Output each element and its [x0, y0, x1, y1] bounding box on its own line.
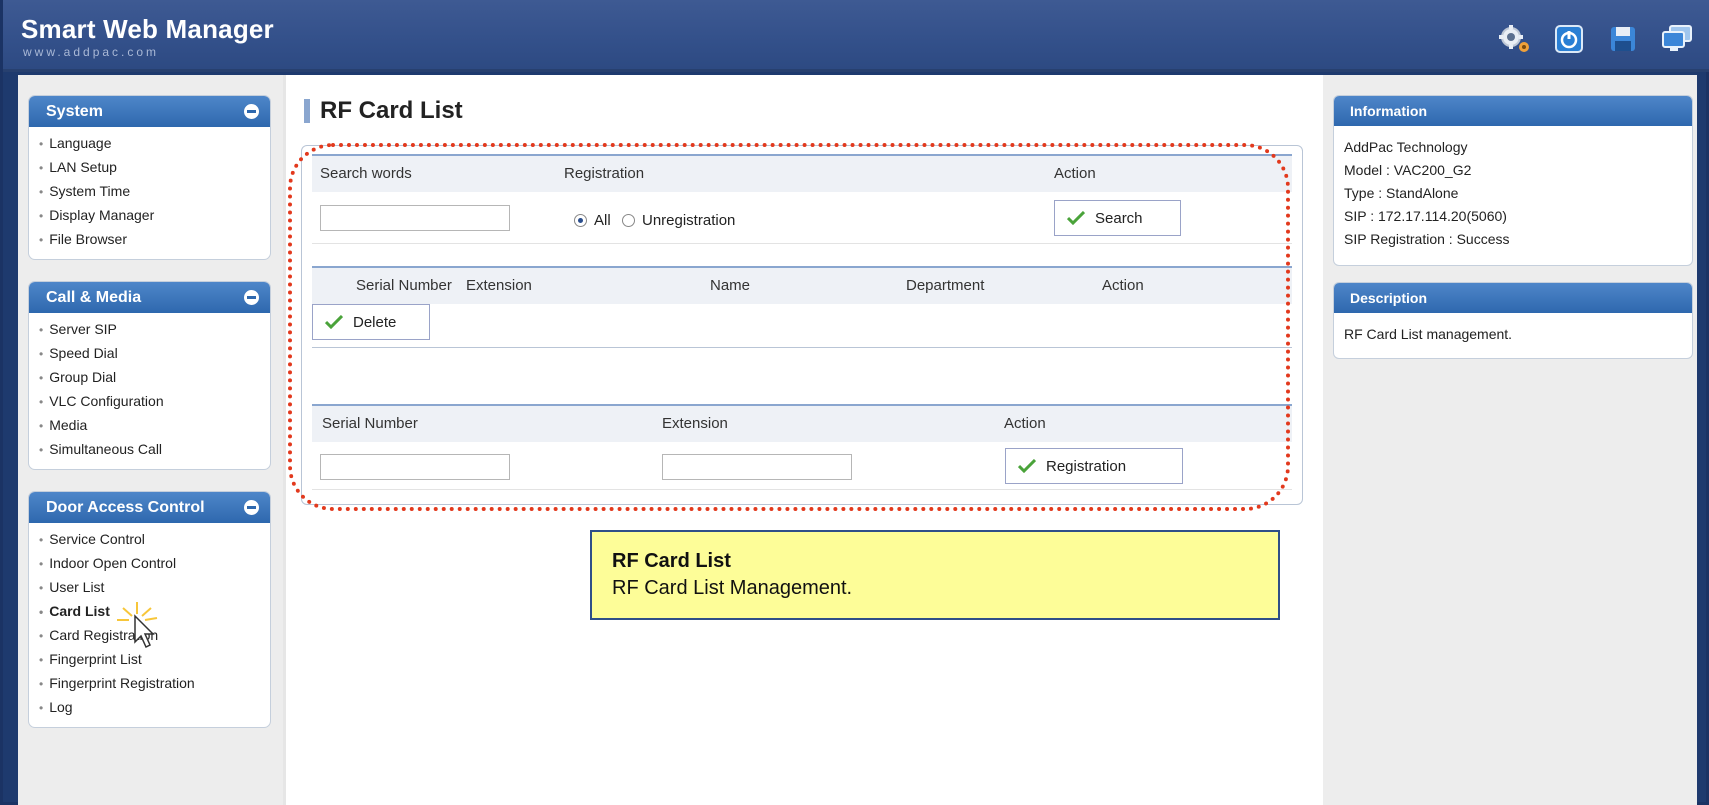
info-type: Type : StandAlone: [1344, 185, 1459, 201]
col-action: Action: [1004, 415, 1046, 432]
panel-system-label: System: [46, 103, 103, 120]
system-menu: Language LAN Setup System Time Display M…: [29, 127, 270, 259]
callout-title: RF Card List: [612, 550, 731, 572]
registration-button-label: Registration: [1046, 457, 1127, 475]
extension-input[interactable]: [662, 454, 852, 480]
search-row: All Unregistration Search: [312, 192, 1292, 244]
sidebar-item-user-list[interactable]: User List: [39, 575, 270, 599]
radio-unregistration-label: Unregistration: [642, 212, 736, 229]
list-row: Delete: [312, 304, 1292, 348]
search-button-label: Search: [1095, 209, 1143, 227]
panel-system: System Language LAN Setup System Time Di…: [28, 95, 271, 260]
main-panel: RF Card List Search words Registration A…: [286, 75, 1323, 805]
panel-door-access-label: Door Access Control: [46, 499, 205, 516]
sidebar-item-lan-setup[interactable]: LAN Setup: [39, 155, 270, 179]
header-toolbar: [1498, 24, 1694, 54]
sidebar-item-indoor-open-control[interactable]: Indoor Open Control: [39, 551, 270, 575]
rf-card-form: Search words Registration Action All Unr…: [301, 145, 1303, 505]
registration-button[interactable]: Registration: [1005, 448, 1183, 484]
page-title: RF Card List: [304, 97, 463, 125]
info-sidebar: Information AddPac Technology Model : VA…: [1323, 75, 1697, 805]
check-icon: [325, 315, 343, 329]
description-text: RF Card List management.: [1344, 326, 1513, 342]
save-disk-icon[interactable]: [1606, 24, 1640, 54]
collapse-icon[interactable]: [244, 500, 259, 515]
panel-system-title: System: [29, 96, 270, 127]
serial-number-input[interactable]: [320, 454, 510, 480]
register-row: Registration: [312, 442, 1292, 490]
panel-call-media-label: Call & Media: [46, 289, 142, 306]
callout-text: RF Card List Management.: [612, 577, 853, 599]
description-panel: Description RF Card List management.: [1333, 282, 1693, 359]
app-window: Smart Web Manager www.addpac.com System …: [0, 0, 1709, 805]
sidebar-item-system-time[interactable]: System Time: [39, 179, 270, 203]
information-title: Information: [1334, 96, 1692, 126]
monitor-icon[interactable]: [1660, 24, 1694, 54]
sidebar-item-display-manager[interactable]: Display Manager: [39, 203, 270, 227]
sidebar-item-vlc-configuration[interactable]: VLC Configuration: [39, 389, 270, 413]
settings-gear-icon[interactable]: [1498, 24, 1532, 54]
collapse-icon[interactable]: [244, 104, 259, 119]
app-header: Smart Web Manager www.addpac.com: [3, 0, 1709, 72]
info-company: AddPac Technology: [1344, 139, 1468, 155]
sidebar-item-server-sip[interactable]: Server SIP: [39, 317, 270, 341]
col-department: Department: [906, 277, 985, 294]
radio-all-button[interactable]: [574, 214, 587, 227]
col-search-words: Search words: [320, 165, 412, 182]
sidebar-item-speed-dial[interactable]: Speed Dial: [39, 341, 270, 365]
description-title: Description: [1334, 283, 1692, 313]
radio-all-label: All: [594, 212, 611, 229]
panel-door-access-title: Door Access Control: [29, 492, 270, 523]
mouse-pointer-icon: [115, 602, 165, 654]
info-sip: SIP : 172.17.114.20(5060): [1344, 208, 1507, 224]
panel-call-media-title: Call & Media: [29, 282, 270, 313]
sidebar-item-simultaneous-call[interactable]: Simultaneous Call: [39, 437, 270, 461]
sidebar-item-media[interactable]: Media: [39, 413, 270, 437]
sidebar-item-fingerprint-registration[interactable]: Fingerprint Registration: [39, 671, 270, 695]
col-name: Name: [710, 277, 751, 294]
sidebar-item-log[interactable]: Log: [39, 695, 270, 719]
app-subtitle: www.addpac.com: [23, 45, 160, 59]
content-area: System Language LAN Setup System Time Di…: [18, 75, 1697, 805]
col-extension: Extension: [466, 277, 532, 294]
col-serial-number: Serial Number: [322, 415, 418, 432]
col-extension: Extension: [662, 415, 728, 432]
call-media-menu: Server SIP Speed Dial Group Dial VLC Con…: [29, 313, 270, 469]
col-action: Action: [1054, 165, 1096, 182]
sidebar-item-language[interactable]: Language: [39, 131, 270, 155]
check-icon: [1018, 459, 1036, 473]
list-header: Serial Number Extension Name Department …: [312, 266, 1292, 304]
search-button[interactable]: Search: [1054, 200, 1181, 236]
sidebar-item-file-browser[interactable]: File Browser: [39, 227, 270, 251]
collapse-icon[interactable]: [244, 290, 259, 305]
info-model: Model : VAC200_G2: [1344, 162, 1472, 178]
information-body: AddPac Technology Model : VAC200_G2 Type…: [1334, 126, 1692, 265]
app-title: Smart Web Manager: [21, 14, 274, 44]
radio-unregistration[interactable]: Unregistration: [622, 212, 735, 229]
search-header: Search words Registration Action: [312, 154, 1292, 192]
sidebar-item-service-control[interactable]: Service Control: [39, 527, 270, 551]
radio-all[interactable]: All: [574, 212, 611, 229]
check-icon: [1067, 211, 1085, 225]
callout-box: RF Card List RF Card List Management.: [590, 530, 1280, 620]
search-input[interactable]: [320, 205, 510, 231]
col-registration: Registration: [564, 165, 645, 182]
panel-call-media: Call & Media Server SIP Speed Dial Group…: [28, 281, 271, 470]
power-icon[interactable]: [1552, 24, 1586, 54]
info-sip-registration: SIP Registration : Success: [1344, 231, 1510, 247]
delete-button-label: Delete: [353, 313, 397, 331]
sidebar-item-group-dial[interactable]: Group Dial: [39, 365, 270, 389]
col-action: Action: [1102, 277, 1144, 294]
information-panel: Information AddPac Technology Model : VA…: [1333, 95, 1693, 266]
register-header: Serial Number Extension Action: [312, 404, 1292, 442]
radio-unregistration-button[interactable]: [622, 214, 635, 227]
delete-button[interactable]: Delete: [312, 304, 430, 340]
col-serial-number: Serial Number: [356, 277, 452, 294]
sidebar: System Language LAN Setup System Time Di…: [18, 75, 283, 805]
